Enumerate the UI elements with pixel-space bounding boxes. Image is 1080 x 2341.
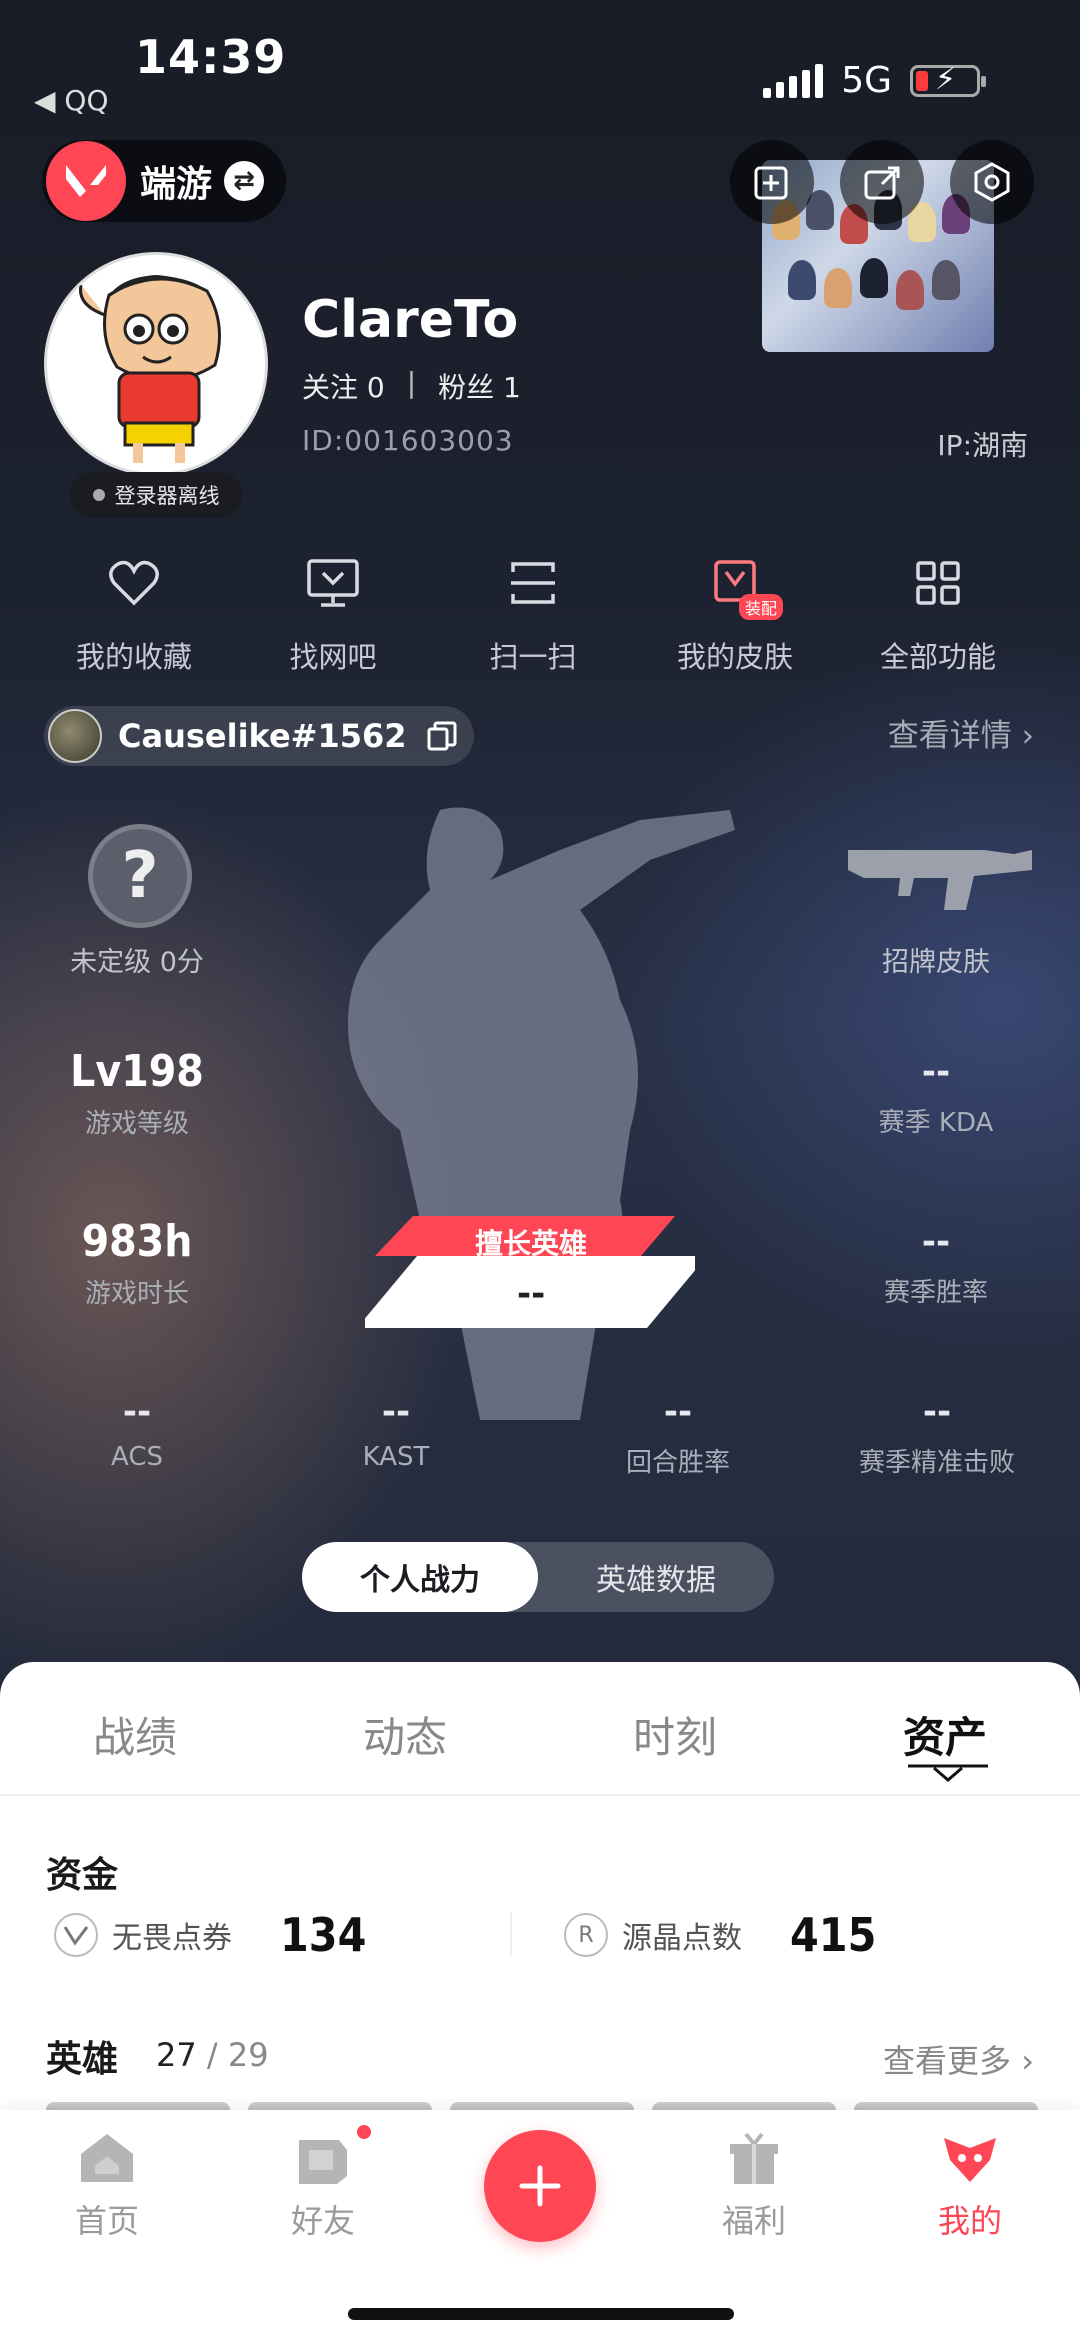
nav-home[interactable]: 首页: [47, 2130, 167, 2242]
follow-stats: 关注 0 | 粉丝 1: [302, 366, 521, 406]
home-icon: [81, 2134, 133, 2182]
radianite-points: R 源晶点数 415: [564, 1908, 876, 1962]
copy-icon[interactable]: [425, 719, 459, 753]
rp-value: 415: [790, 1908, 877, 1962]
home-indicator: [348, 2308, 734, 2320]
play-time-stat: 983h 游戏时长: [81, 1216, 193, 1309]
season-winrate-stat: -- 赛季胜率: [883, 1222, 988, 1308]
scan-button[interactable]: 扫一扫: [453, 548, 613, 676]
weapon-icon: [848, 850, 1032, 910]
tab-activity[interactable]: 动态: [270, 1704, 540, 1765]
personal-power-tab[interactable]: 个人战力: [302, 1542, 538, 1612]
nav-me[interactable]: 我的: [910, 2130, 1030, 2242]
stats-view-toggle: 个人战力 英雄数据: [302, 1542, 774, 1612]
fans-count[interactable]: 粉丝 1: [438, 366, 521, 406]
plus-icon: [519, 2165, 561, 2207]
riot-avatar: [48, 709, 102, 763]
share-button[interactable]: [840, 140, 924, 224]
all-functions-button[interactable]: 全部功能: [858, 548, 1018, 676]
monitor-icon: [307, 559, 359, 607]
hero-data-tab[interactable]: 英雄数据: [538, 1542, 774, 1612]
game-level-stat: Lv198 游戏等级: [70, 1046, 204, 1139]
friends-notification-dot: [354, 2122, 374, 2142]
add-card-icon: [754, 166, 788, 200]
game-name: 端游: [140, 164, 213, 205]
vp-icon: [54, 1913, 98, 1957]
scan-icon: [511, 562, 555, 604]
follow-separator: |: [406, 366, 417, 399]
ip-location: IP:湖南: [937, 429, 1028, 462]
equip-badge: 装配: [739, 594, 784, 620]
user-id: ID:001603003: [302, 424, 514, 457]
best-hero-tag[interactable]: 擅长英雄 --: [365, 1212, 695, 1328]
status-time: 14:39: [135, 30, 287, 84]
valorant-points: 无畏点券 134: [54, 1908, 366, 1962]
status-indicators: 5G ⚡: [763, 60, 986, 101]
active-tab-indicator-icon: [908, 1764, 988, 1782]
round-winrate-stat: -- 回合胜率: [625, 1392, 730, 1478]
settings-button[interactable]: [950, 140, 1034, 224]
network-type: 5G: [841, 60, 892, 101]
grid-icon: [916, 561, 960, 605]
battery-icon: ⚡: [910, 62, 986, 97]
view-details-link[interactable]: 查看详情 ›: [888, 710, 1034, 755]
signal-icon: [763, 63, 824, 98]
season-kda-stat: -- 赛季 KDA: [878, 1052, 994, 1138]
riot-id-pill[interactable]: Causelike#1562: [44, 706, 474, 766]
create-post-button[interactable]: [484, 2130, 596, 2242]
back-to-app-link[interactable]: ◀ QQ: [34, 84, 109, 117]
best-hero-value: --: [517, 1274, 546, 1314]
riot-id: Causelike#1562: [118, 717, 407, 755]
heroes-title: 英雄: [46, 2039, 119, 2080]
headshot-kills-stat: -- 赛季精准击败: [858, 1392, 1015, 1478]
friends-icon: [299, 2140, 347, 2184]
chevron-right-icon: ›: [1021, 718, 1034, 754]
profile-agent-icon: [944, 2138, 996, 2182]
tabs-divider: [0, 1794, 1080, 1796]
profile-hero: 14:39 ◀ QQ 5G ⚡ 端游 ⇄ 登录器离线 ClareTo 关注 0 …: [0, 0, 1080, 1700]
nav-friends[interactable]: 好友: [263, 2130, 383, 2242]
view-more-link[interactable]: 查看更多 ›: [883, 2036, 1034, 2082]
profile-tabs: 战绩 动态 时刻 资产: [0, 1704, 1080, 1765]
gift-icon: [730, 2132, 778, 2184]
find-netcafe-button[interactable]: 找网吧: [253, 548, 413, 676]
tab-moments[interactable]: 时刻: [540, 1704, 810, 1765]
offline-dot-icon: [92, 489, 105, 501]
chevron-right-icon: ›: [1021, 2042, 1034, 2080]
tab-record[interactable]: 战绩: [0, 1704, 270, 1765]
vp-value: 134: [280, 1908, 367, 1962]
valorant-logo-icon: [46, 141, 126, 221]
best-hero-label: 擅长英雄: [475, 1227, 588, 1260]
heroes-count: 27 / 29: [156, 2036, 269, 2074]
rp-icon: R: [564, 1913, 608, 1957]
game-switcher[interactable]: 端游 ⇄: [42, 140, 286, 222]
rank-stat: 未定级 0分: [70, 947, 204, 978]
heart-icon: [109, 560, 159, 606]
nav-welfare[interactable]: 福利: [694, 2130, 814, 2242]
username: ClareTo: [302, 290, 519, 350]
settings-icon: [974, 162, 1010, 202]
rank-badge-icon: ?: [88, 824, 192, 928]
add-card-button[interactable]: [730, 140, 814, 224]
avatar[interactable]: [44, 252, 268, 476]
following-count[interactable]: 关注 0: [302, 366, 385, 406]
acs-stat: -- ACS: [111, 1392, 163, 1472]
kast-stat: -- KAST: [362, 1392, 430, 1472]
funds-title: 资金: [46, 1855, 119, 1896]
tab-assets[interactable]: 资产: [810, 1704, 1080, 1765]
currency-divider: [510, 1912, 512, 1956]
launcher-status-badge: 登录器离线: [70, 472, 242, 518]
share-icon: [864, 166, 900, 200]
swap-icon: ⇄: [224, 161, 265, 201]
signature-skin-stat[interactable]: 招牌皮肤: [836, 934, 1036, 979]
favorites-button[interactable]: 我的收藏: [54, 548, 214, 676]
my-skins-button[interactable]: 装配 我的皮肤: [655, 548, 815, 676]
